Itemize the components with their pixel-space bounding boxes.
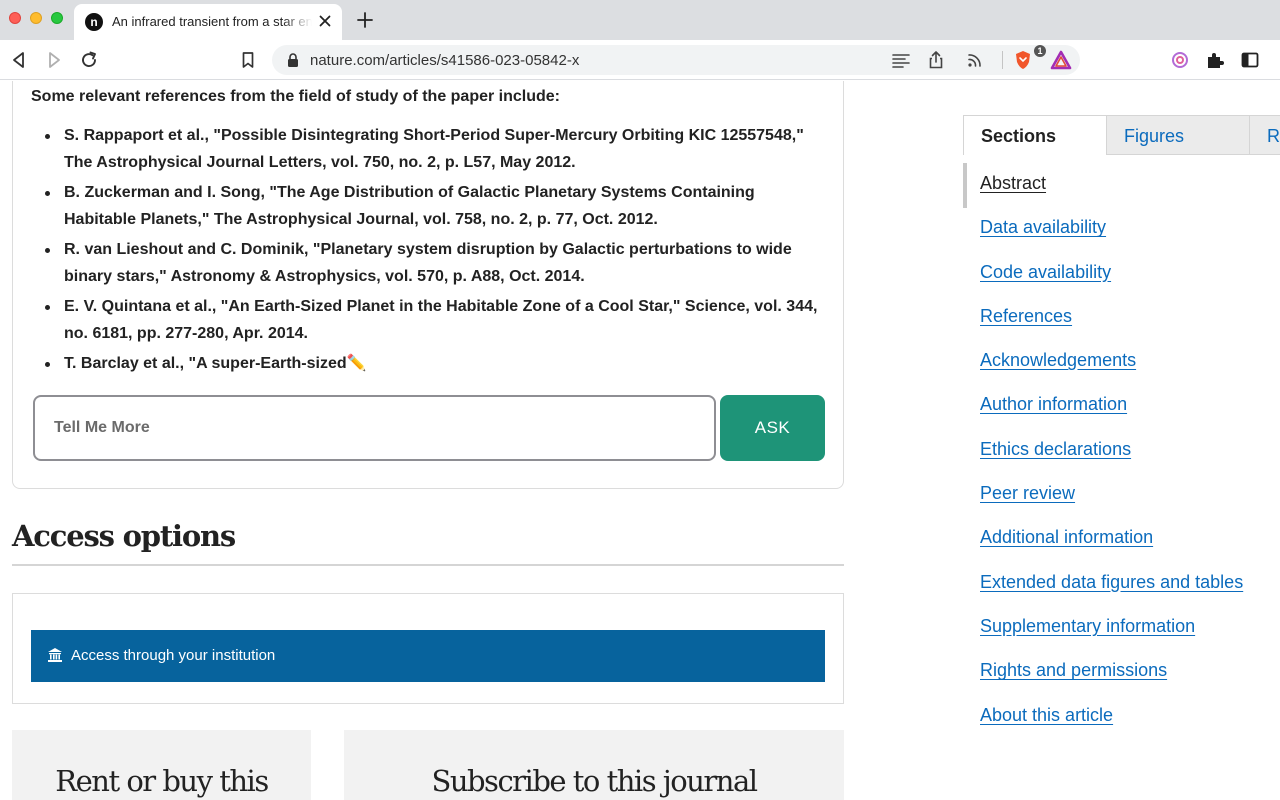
new-tab-icon[interactable] — [356, 11, 374, 29]
nav-link[interactable]: About this article — [980, 705, 1113, 725]
chat-answer-card: Some relevant references from the field … — [12, 81, 844, 489]
reference-list: S. Rappaport et al., "Possible Disintegr… — [31, 123, 826, 382]
nav-link[interactable]: Acknowledgements — [980, 350, 1136, 370]
pencil-typing-icon: ✏️ — [346, 355, 367, 372]
nav-item-additional-information: Additional information — [980, 527, 1243, 571]
sidebar-toggle-icon[interactable] — [1239, 49, 1261, 71]
nav-link[interactable]: Additional information — [980, 527, 1153, 547]
reader-mode-icon[interactable] — [890, 49, 912, 71]
nav-link[interactable]: Abstract — [980, 173, 1046, 193]
nav-item-references: References — [980, 306, 1243, 350]
close-window-button[interactable] — [9, 12, 21, 24]
chatgpt-extension-icon[interactable] — [1169, 49, 1191, 71]
reference-item: S. Rappaport et al., "Possible Disintegr… — [31, 123, 826, 176]
nav-link[interactable]: Supplementary information — [980, 616, 1195, 636]
rent-or-buy-title: Rent or buy this — [55, 764, 269, 798]
nav-item-code-availability: Code availability — [980, 262, 1243, 306]
nav-link[interactable]: Ethics declarations — [980, 439, 1131, 459]
rss-feed-icon[interactable] — [964, 49, 986, 71]
reference-item: E. V. Quintana et al., "An Earth-Sized P… — [31, 294, 826, 347]
brave-rewards-icon[interactable] — [1050, 49, 1072, 71]
tell-me-more-input[interactable] — [33, 395, 716, 461]
nav-item-ethics-declarations: Ethics declarations — [980, 439, 1243, 483]
nav-item-supplementary-information: Supplementary information — [980, 616, 1243, 660]
ask-button[interactable]: ASK — [720, 395, 825, 461]
nav-link[interactable]: Peer review — [980, 483, 1075, 503]
nav-item-abstract: Abstract — [980, 173, 1243, 217]
heading-divider — [12, 564, 844, 566]
institution-access-box: Access through your institution — [12, 593, 844, 704]
nav-item-about-this-article: About this article — [980, 705, 1243, 749]
back-icon[interactable] — [8, 49, 30, 71]
browser-tab-strip: n An infrared transient from a star engu… — [0, 0, 1280, 40]
nature-favicon-icon: n — [85, 13, 103, 31]
nav-item-acknowledgements: Acknowledgements — [980, 350, 1243, 394]
extensions-puzzle-icon[interactable] — [1204, 49, 1226, 71]
url-text: nature.com/articles/s41586-023-05842-x — [310, 52, 580, 69]
nav-item-rights-and-permissions: Rights and permissions — [980, 660, 1243, 704]
article-page: Some relevant references from the field … — [0, 81, 1280, 800]
current-section-indicator — [963, 163, 967, 208]
institution-button-label: Access through your institution — [71, 647, 276, 664]
browser-tab-active[interactable]: n An infrared transient from a star engu… — [74, 4, 342, 40]
nav-item-author-information: Author information — [980, 394, 1243, 438]
nav-link[interactable]: Rights and permissions — [980, 660, 1167, 680]
sidebar-tabs: Sections Figures References — [963, 115, 1280, 155]
tab-title: An infrared transient from a star engulf… — [112, 14, 312, 29]
brave-shields-icon[interactable] — [1012, 49, 1034, 71]
nav-link[interactable]: References — [980, 306, 1072, 326]
reference-item: B. Zuckerman and I. Song, "The Age Distr… — [31, 180, 826, 233]
minimize-window-button[interactable] — [30, 12, 42, 24]
close-tab-icon[interactable] — [316, 12, 334, 30]
lock-icon — [288, 53, 298, 67]
subscribe-card: Subscribe to this journal — [344, 730, 844, 800]
address-bar[interactable]: nature.com/articles/s41586-023-05842-x 1 — [272, 45, 1080, 75]
tab-sections[interactable]: Sections — [963, 115, 1107, 155]
access-through-institution-button[interactable]: Access through your institution — [31, 630, 825, 682]
nav-link[interactable]: Author information — [980, 394, 1127, 414]
reference-item: R. van Lieshout and C. Dominik, "Planeta… — [31, 237, 826, 290]
nav-item-data-availability: Data availability — [980, 217, 1243, 261]
nav-item-extended-data: Extended data figures and tables — [980, 572, 1243, 616]
reference-item-partial: T. Barclay et al., "A super-Earth-sized✏… — [31, 351, 826, 378]
forward-icon[interactable] — [43, 49, 65, 71]
sections-nav: Abstract Data availability Code availabi… — [980, 173, 1243, 749]
reference-partial-text: T. Barclay et al., "A super-Earth-sized — [64, 355, 347, 372]
subscribe-title: Subscribe to this journal — [431, 764, 758, 798]
share-icon[interactable] — [925, 49, 947, 71]
access-options-heading: Access options — [12, 519, 236, 553]
nav-link[interactable]: Extended data figures and tables — [980, 572, 1243, 592]
address-bar-separator — [1002, 51, 1003, 69]
rent-or-buy-card: Rent or buy this — [12, 730, 311, 800]
bookmark-icon[interactable] — [237, 49, 259, 71]
tab-figures[interactable]: Figures — [1106, 115, 1250, 155]
maximize-window-button[interactable] — [51, 12, 63, 24]
nav-link[interactable]: Data availability — [980, 217, 1106, 237]
chat-answer-intro: Some relevant references from the field … — [31, 88, 561, 105]
reload-icon[interactable] — [78, 49, 100, 71]
tab-references[interactable]: References — [1249, 115, 1280, 155]
institution-building-icon — [48, 648, 62, 662]
nav-item-peer-review: Peer review — [980, 483, 1243, 527]
brave-shields-count-badge: 1 — [1034, 45, 1046, 57]
nav-link[interactable]: Code availability — [980, 262, 1111, 282]
